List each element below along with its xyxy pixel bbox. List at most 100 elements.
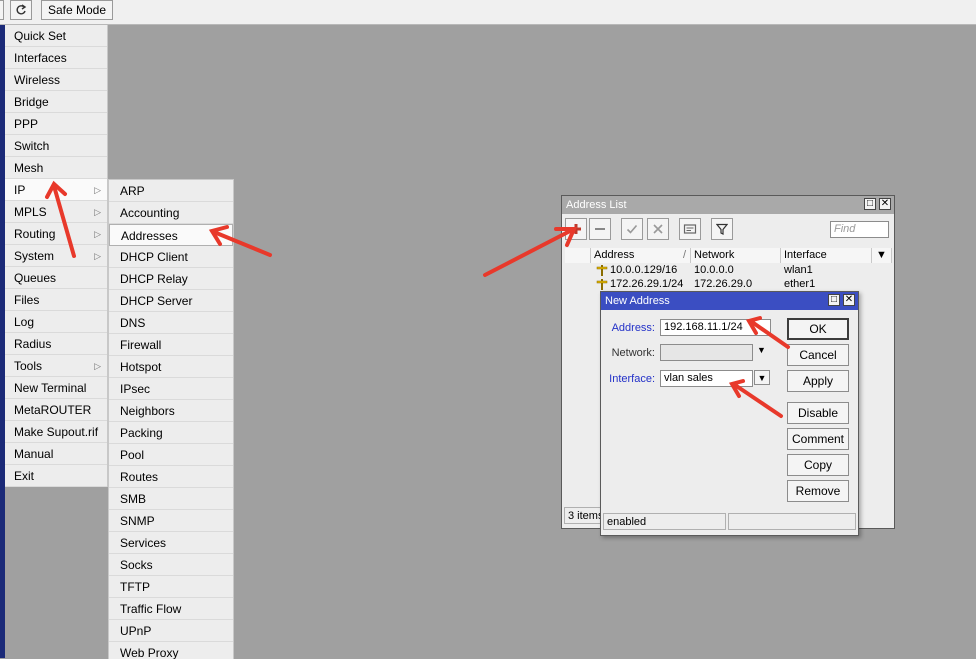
menu-item-tools[interactable]: Tools ▷ bbox=[5, 355, 107, 377]
submenu-item-neighbors[interactable]: Neighbors bbox=[109, 400, 233, 422]
submenu-arrow-icon: ▷ bbox=[94, 251, 101, 261]
submenu-item-dns[interactable]: DNS bbox=[109, 312, 233, 334]
maximize-icon[interactable]: □ bbox=[864, 198, 876, 210]
column-header-flags[interactable] bbox=[565, 248, 591, 263]
find-input[interactable]: Find bbox=[830, 221, 889, 238]
close-icon[interactable]: ✕ bbox=[843, 294, 855, 306]
address-list-titlebar[interactable]: Address List □ ✕ bbox=[562, 196, 894, 214]
network-input[interactable] bbox=[660, 344, 753, 361]
submenu-item-traffic-flow[interactable]: Traffic Flow bbox=[109, 598, 233, 620]
menu-item-manual[interactable]: Manual bbox=[5, 443, 107, 465]
safe-mode-label: Safe Mode bbox=[47, 3, 107, 17]
plus-icon bbox=[571, 224, 581, 234]
menu-item-ip[interactable]: IP ▷ bbox=[5, 179, 107, 201]
menu-item-log[interactable]: Log bbox=[5, 311, 107, 333]
menu-item-mpls[interactable]: MPLS ▷ bbox=[5, 201, 107, 223]
maximize-icon[interactable]: □ bbox=[828, 294, 840, 306]
menu-item-new-terminal[interactable]: New Terminal bbox=[5, 377, 107, 399]
submenu-item-routes[interactable]: Routes bbox=[109, 466, 233, 488]
safe-mode-button[interactable]: Safe Mode bbox=[41, 0, 113, 20]
submenu-item-arp[interactable]: ARP bbox=[109, 180, 233, 202]
main-menu: Quick Set Interfaces Wireless Bridge PPP… bbox=[5, 25, 108, 487]
submenu-arrow-icon: ▷ bbox=[94, 207, 101, 217]
menu-item-radius[interactable]: Radius bbox=[5, 333, 107, 355]
submenu-item-socks[interactable]: Socks bbox=[109, 554, 233, 576]
redo-button[interactable] bbox=[10, 0, 32, 20]
remove-button[interactable] bbox=[589, 218, 611, 240]
menu-item-quick-set[interactable]: Quick Set bbox=[5, 25, 107, 47]
submenu-item-accounting[interactable]: Accounting bbox=[109, 202, 233, 224]
network-label: Network: bbox=[611, 347, 655, 359]
add-button[interactable] bbox=[565, 218, 587, 240]
submenu-item-dhcp-client[interactable]: DHCP Client bbox=[109, 246, 233, 268]
ok-button[interactable]: OK bbox=[787, 318, 849, 340]
address-icon bbox=[596, 279, 608, 290]
submenu-arrow-icon: ▷ bbox=[94, 361, 101, 371]
remove-button[interactable]: Remove bbox=[787, 480, 849, 502]
address-input[interactable]: 192.168.11.1/24 bbox=[660, 319, 771, 336]
submenu-item-packing[interactable]: Packing bbox=[109, 422, 233, 444]
submenu-item-dhcp-server[interactable]: DHCP Server bbox=[109, 290, 233, 312]
submenu-item-pool[interactable]: Pool bbox=[109, 444, 233, 466]
submenu-item-web-proxy[interactable]: Web Proxy bbox=[109, 642, 233, 659]
menu-item-mesh[interactable]: Mesh bbox=[5, 157, 107, 179]
enable-button[interactable] bbox=[621, 218, 643, 240]
arrow-to-add-button-icon bbox=[483, 228, 574, 277]
menu-item-queues[interactable]: Queues bbox=[5, 267, 107, 289]
comment-button[interactable]: Comment bbox=[787, 428, 849, 450]
x-icon bbox=[653, 224, 663, 234]
column-header-address[interactable]: Address / bbox=[591, 248, 691, 263]
submenu-item-firewall[interactable]: Firewall bbox=[109, 334, 233, 356]
submenu-item-upnp[interactable]: UPnP bbox=[109, 620, 233, 642]
submenu-item-tftp[interactable]: TFTP bbox=[109, 576, 233, 598]
menu-item-interfaces[interactable]: Interfaces bbox=[5, 47, 107, 69]
note-icon bbox=[683, 224, 697, 234]
cancel-button[interactable]: Cancel bbox=[787, 344, 849, 366]
filter-button[interactable] bbox=[711, 218, 733, 240]
address-label: Address: bbox=[611, 322, 655, 334]
menu-item-metarouter[interactable]: MetaROUTER bbox=[5, 399, 107, 421]
new-address-dialog: New Address □ ✕ Address: 192.168.11.1/24… bbox=[600, 291, 859, 536]
menu-item-routing[interactable]: Routing ▷ bbox=[5, 223, 107, 245]
column-header-interface[interactable]: Interface bbox=[781, 248, 872, 263]
address-icon bbox=[596, 265, 608, 276]
new-address-titlebar[interactable]: New Address □ ✕ bbox=[601, 292, 858, 310]
disable-button[interactable] bbox=[647, 218, 669, 240]
submenu-item-ipsec[interactable]: IPsec bbox=[109, 378, 233, 400]
copy-button[interactable]: Copy bbox=[787, 454, 849, 476]
top-toolbar: Safe Mode bbox=[0, 0, 976, 25]
menu-item-bridge[interactable]: Bridge bbox=[5, 91, 107, 113]
menu-item-files[interactable]: Files bbox=[5, 289, 107, 311]
close-icon[interactable]: ✕ bbox=[879, 198, 891, 210]
submenu-item-smb[interactable]: SMB bbox=[109, 488, 233, 510]
dropdown-button[interactable]: ▼ bbox=[754, 370, 770, 385]
submenu-item-addresses[interactable]: Addresses bbox=[109, 224, 233, 246]
interface-select[interactable]: vlan sales bbox=[660, 370, 753, 387]
menu-item-exit[interactable]: Exit bbox=[5, 465, 107, 487]
window-title: Address List bbox=[566, 199, 627, 211]
submenu-arrow-icon: ▷ bbox=[94, 229, 101, 239]
menu-item-make-supout[interactable]: Make Supout.rif bbox=[5, 421, 107, 443]
redo-icon bbox=[16, 4, 27, 15]
submenu-item-snmp[interactable]: SNMP bbox=[109, 510, 233, 532]
submenu-item-dhcp-relay[interactable]: DHCP Relay bbox=[109, 268, 233, 290]
minus-icon bbox=[595, 228, 605, 230]
disable-button[interactable]: Disable bbox=[787, 402, 849, 424]
enabled-status: enabled bbox=[603, 513, 726, 530]
undo-button[interactable] bbox=[0, 0, 4, 20]
column-header-network[interactable]: Network bbox=[691, 248, 781, 263]
submenu-item-hotspot[interactable]: Hotspot bbox=[109, 356, 233, 378]
ip-submenu: ARP Accounting Addresses DHCP Client DHC… bbox=[108, 179, 234, 659]
status-field bbox=[728, 513, 856, 530]
filter-icon bbox=[716, 223, 728, 235]
dialog-title: New Address bbox=[605, 295, 670, 307]
menu-item-wireless[interactable]: Wireless bbox=[5, 69, 107, 91]
menu-item-switch[interactable]: Switch bbox=[5, 135, 107, 157]
chevron-down-icon[interactable]: ▼ bbox=[757, 345, 766, 355]
menu-item-ppp[interactable]: PPP bbox=[5, 113, 107, 135]
comment-button[interactable] bbox=[679, 218, 701, 240]
menu-item-system[interactable]: System ▷ bbox=[5, 245, 107, 267]
column-menu-button[interactable]: ▼ bbox=[872, 248, 892, 263]
submenu-item-services[interactable]: Services bbox=[109, 532, 233, 554]
apply-button[interactable]: Apply bbox=[787, 370, 849, 392]
